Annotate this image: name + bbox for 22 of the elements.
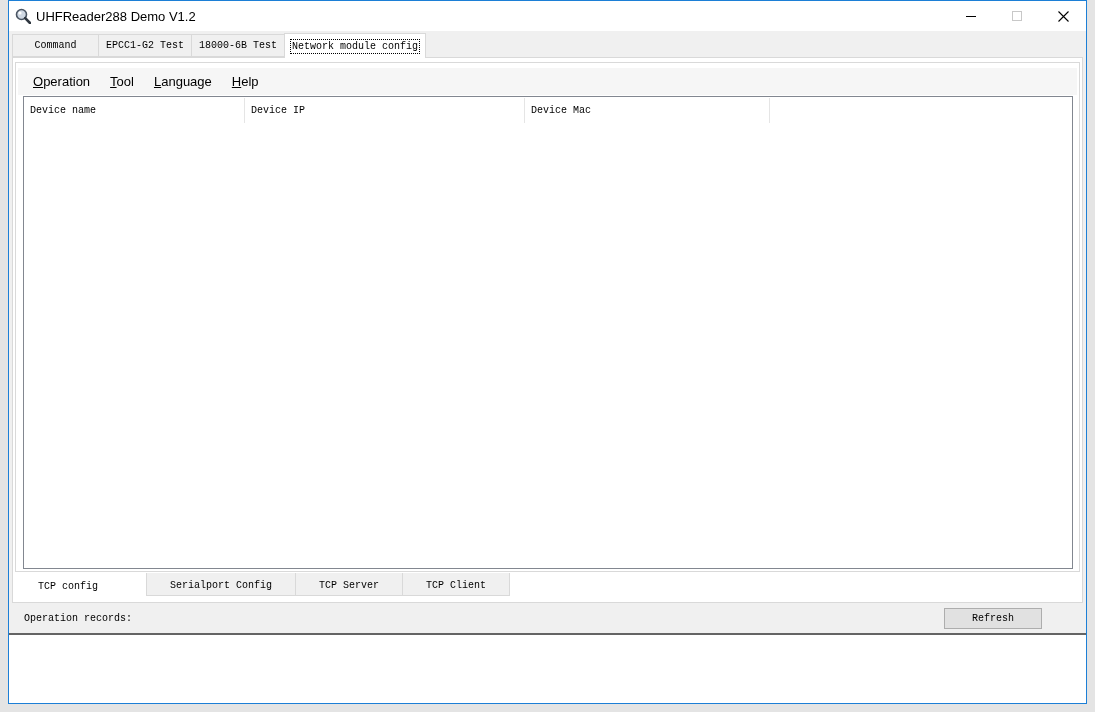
tab[interactable]: Serialport Config — [146, 573, 297, 596]
menu-item[interactable]: Language — [143, 70, 222, 93]
column-header[interactable]: Device Mac — [525, 98, 770, 123]
maximize-icon — [1012, 11, 1022, 21]
tab[interactable]: EPCC1-G2 Test — [98, 34, 192, 57]
magnifier-icon — [15, 8, 31, 24]
tab[interactable]: Command — [12, 34, 99, 57]
records-label: Operation records: — [24, 612, 133, 624]
menu-item[interactable]: Help — [221, 70, 269, 93]
tab[interactable]: 18000-6B Test — [191, 34, 286, 57]
records-field[interactable] — [9, 633, 1086, 703]
column-header[interactable]: Device IP — [245, 98, 525, 123]
minimize-icon — [966, 15, 976, 17]
window-title: UHFReader288 Demo V1.2 — [36, 8, 196, 24]
menu-item[interactable]: Operation — [23, 70, 101, 93]
tab[interactable]: TCP Client — [402, 573, 511, 596]
menu-item[interactable]: Tool — [100, 70, 144, 93]
tab[interactable]: Network module config — [284, 33, 427, 58]
tab[interactable]: TCP Server — [295, 573, 404, 596]
column-header[interactable]: Device name — [24, 98, 245, 123]
refresh-button[interactable]: Refresh — [944, 607, 1042, 629]
close-icon — [1057, 10, 1069, 22]
